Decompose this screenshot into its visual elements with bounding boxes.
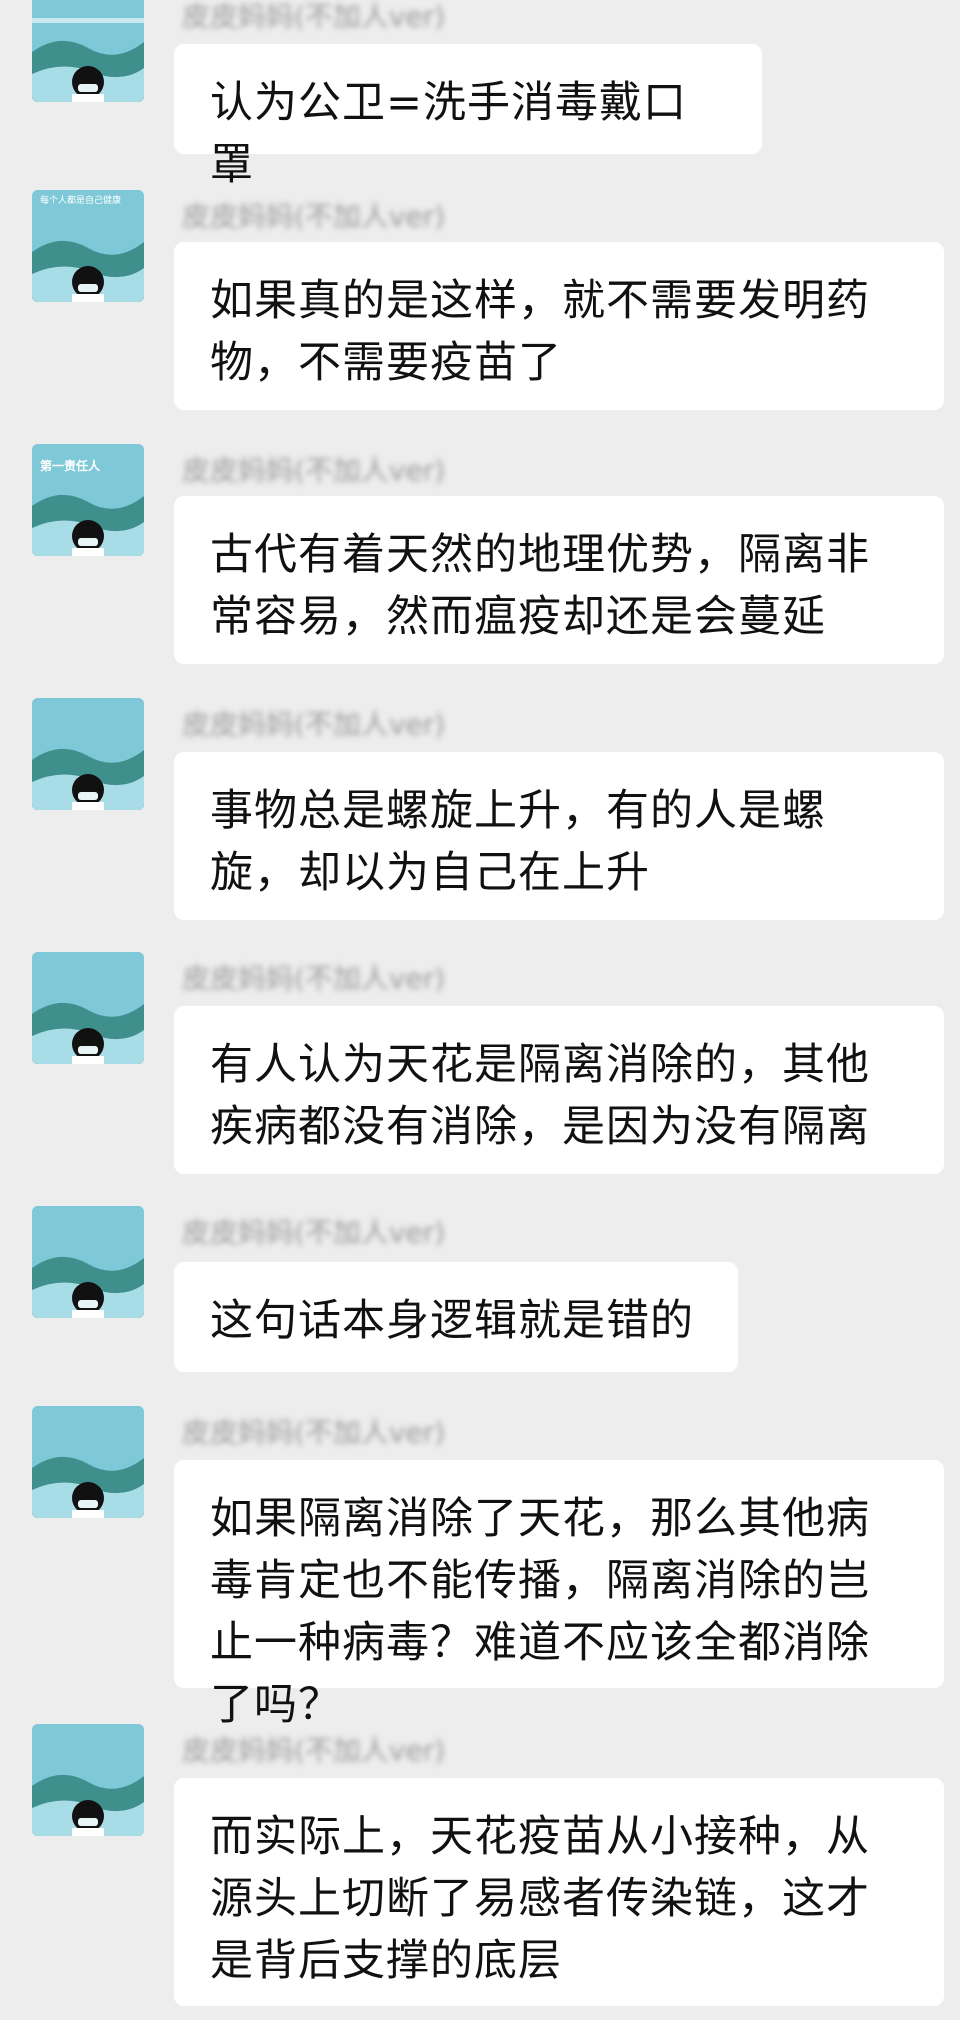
masked-child-avatar-icon <box>32 952 144 1064</box>
message-bubble[interactable]: 有人认为天花是隔离消除的，其他疾病都没有消除，是因为没有隔离 <box>174 1006 944 1174</box>
masked-child-avatar-icon: 第一责任人 <box>32 444 144 556</box>
sender-name: 皮皮妈妈(不加人ver) <box>182 1416 446 1449</box>
sender-avatar[interactable]: 第一责任人 <box>32 444 144 556</box>
sender-name: 皮皮妈妈(不加人ver) <box>182 454 446 487</box>
sender-avatar[interactable] <box>32 1406 144 1518</box>
sender-name: 皮皮妈妈(不加人ver) <box>182 1216 446 1249</box>
chat-message-list[interactable]: 皮皮妈妈(不加人ver) 认为公卫=洗手消毒戴口罩 每个人都是自己健康 皮皮妈妈… <box>0 0 960 2020</box>
message-bubble[interactable]: 如果真的是这样，就不需要发明药物，不需要疫苗了 <box>174 242 944 410</box>
message-bubble[interactable]: 古代有着天然的地理优势，隔离非常容易，然而瘟疫却还是会蔓延 <box>174 496 944 664</box>
message-bubble[interactable]: 这句话本身逻辑就是错的 <box>174 1262 738 1372</box>
sender-avatar[interactable] <box>32 1724 144 1836</box>
sender-avatar[interactable] <box>32 0 144 102</box>
avatar-badge-line1: 每个人都是自己健康 <box>40 194 121 206</box>
masked-child-avatar-icon: 每个人都是自己健康 <box>32 190 144 302</box>
message-bubble[interactable]: 认为公卫=洗手消毒戴口罩 <box>174 44 762 190</box>
masked-child-avatar-icon <box>32 1206 144 1318</box>
sender-name: 皮皮妈妈(不加人ver) <box>182 1734 446 1767</box>
sender-avatar[interactable] <box>32 1206 144 1318</box>
message-bubble[interactable]: 事物总是螺旋上升，有的人是螺旋，却以为自己在上升 <box>174 752 944 920</box>
sender-name: 皮皮妈妈(不加人ver) <box>182 0 446 33</box>
sender-name: 皮皮妈妈(不加人ver) <box>182 708 446 741</box>
sender-avatar[interactable] <box>32 698 144 810</box>
masked-child-avatar-icon <box>32 1406 144 1518</box>
avatar-badge-line2: 第一责任人 <box>40 458 101 473</box>
sender-name: 皮皮妈妈(不加人ver) <box>182 200 446 233</box>
masked-child-avatar-icon <box>32 1724 144 1836</box>
message-bubble[interactable]: 而实际上，天花疫苗从小接种，从源头上切断了易感者传染链，这才是背后支撑的底层 <box>174 1778 944 2006</box>
message-bubble[interactable]: 如果隔离消除了天花，那么其他病毒肯定也不能传播，隔离消除的岂止一种病毒？难道不应… <box>174 1460 944 1730</box>
sender-name: 皮皮妈妈(不加人ver) <box>182 962 446 995</box>
masked-child-avatar-icon <box>32 0 144 102</box>
masked-child-avatar-icon <box>32 698 144 810</box>
sender-avatar[interactable] <box>32 952 144 1064</box>
sender-avatar[interactable]: 每个人都是自己健康 <box>32 190 144 302</box>
